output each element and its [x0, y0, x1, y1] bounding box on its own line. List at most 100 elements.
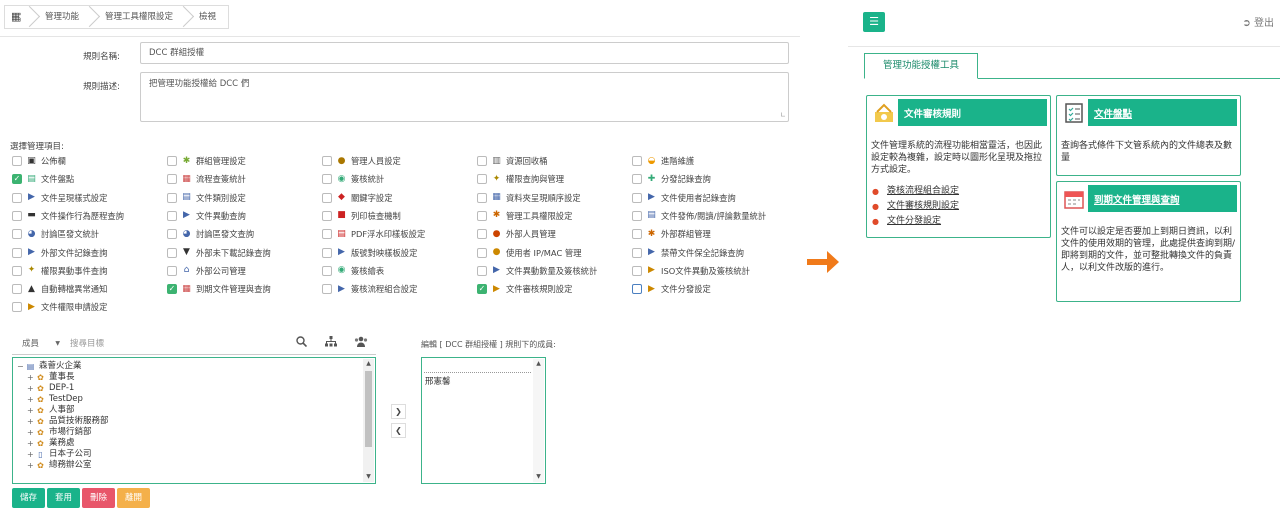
- search-icon[interactable]: [286, 334, 316, 354]
- checkbox[interactable]: [477, 265, 487, 276]
- tree-node[interactable]: + ✿ 業務處: [17, 438, 109, 449]
- permission-item[interactable]: ✱ 管理工具權限設定: [477, 209, 572, 223]
- permission-item[interactable]: ◆ 關鍵字設定: [322, 191, 393, 205]
- checkbox[interactable]: [632, 192, 642, 203]
- scroll-thumb[interactable]: [365, 371, 372, 447]
- card-header[interactable]: 文件審核規則: [870, 99, 1047, 126]
- checkbox[interactable]: [12, 156, 22, 166]
- checkbox[interactable]: [477, 174, 487, 185]
- checkbox[interactable]: [322, 229, 332, 240]
- expand-icon[interactable]: +: [27, 460, 35, 471]
- checkbox[interactable]: [477, 229, 487, 240]
- permission-item[interactable]: ▦ 資料夾呈現順序設定: [477, 191, 581, 205]
- collapse-icon[interactable]: −: [17, 361, 25, 372]
- permission-item[interactable]: ▼ 外部未下載記錄查詢: [167, 246, 271, 260]
- card-title[interactable]: 到期文件管理與查詢: [1094, 192, 1180, 206]
- checkbox-checked[interactable]: ✓: [477, 284, 487, 295]
- permission-item[interactable]: ● 管理人員設定: [322, 154, 401, 168]
- permission-item[interactable]: ▥ 資源回收桶: [477, 154, 548, 168]
- breadcrumb-item[interactable]: 管理工具權限設定: [91, 6, 185, 28]
- checkbox[interactable]: [12, 247, 22, 258]
- checkbox[interactable]: [632, 229, 642, 240]
- permission-item[interactable]: ● 外部人員管理: [477, 227, 556, 241]
- permission-item[interactable]: ■ 列印檢查機制: [322, 209, 401, 223]
- permission-item[interactable]: ● 使用者 IP/MAC 管理: [477, 246, 582, 260]
- delete-button[interactable]: 刪除: [82, 488, 116, 508]
- scroll-down-icon[interactable]: ▼: [363, 472, 374, 482]
- permission-item[interactable]: ✓ ▶ 文件審核規則設定: [477, 282, 572, 296]
- checkbox[interactable]: [632, 156, 642, 166]
- checkbox[interactable]: [477, 192, 487, 203]
- scrollbar[interactable]: ▲ ▼: [363, 359, 374, 482]
- menu-icon[interactable]: ☰: [863, 12, 885, 32]
- permission-item[interactable]: ◕ 討論區發文統計: [12, 227, 99, 241]
- card-header[interactable]: 到期文件管理與查詢: [1060, 185, 1237, 212]
- expand-icon[interactable]: +: [27, 427, 35, 438]
- expand-icon[interactable]: +: [27, 449, 35, 460]
- checkbox[interactable]: [12, 302, 22, 313]
- tree-node[interactable]: + ✿ 董事長: [17, 372, 109, 383]
- resize-handle-icon[interactable]: ∟: [780, 111, 786, 119]
- link-sign-flow[interactable]: ● 簽核流程組合設定: [872, 184, 959, 199]
- checkbox[interactable]: [322, 265, 332, 276]
- permission-item[interactable]: ▤ PDF浮水印樣板設定: [322, 227, 425, 241]
- checkbox[interactable]: [632, 210, 642, 221]
- link-review-rule[interactable]: ● 文件審核規則設定: [872, 199, 959, 214]
- save-button[interactable]: 儲存: [12, 488, 46, 508]
- permission-item[interactable]: ▶ 簽核流程組合設定: [322, 282, 417, 296]
- permission-item[interactable]: ◉ 簽核繪表: [322, 264, 384, 278]
- permission-item[interactable]: ▲ 自動轉檔異常通知: [12, 282, 107, 296]
- checkbox[interactable]: [322, 284, 332, 295]
- permission-item[interactable]: ▶ 文件異動查詢: [167, 209, 246, 223]
- checkbox-checked[interactable]: ✓: [12, 174, 22, 185]
- link-distribute[interactable]: ● 文件分發設定: [872, 214, 959, 229]
- permission-item[interactable]: ◒ 進階維護: [632, 154, 694, 168]
- scroll-up-icon[interactable]: ▲: [363, 359, 374, 369]
- add-member-button[interactable]: ❯: [391, 404, 406, 419]
- checkbox[interactable]: [167, 192, 177, 203]
- scrollbar[interactable]: ▲ ▼: [533, 359, 544, 482]
- permission-item[interactable]: ✱ 群組管理設定: [167, 154, 246, 168]
- checkbox[interactable]: [477, 247, 487, 258]
- checkbox[interactable]: [12, 229, 22, 240]
- card-header[interactable]: 文件盤點: [1060, 99, 1237, 126]
- permission-item[interactable]: ◉ 簽核統計: [322, 172, 384, 186]
- checkbox[interactable]: [167, 156, 177, 166]
- checkbox[interactable]: [632, 174, 642, 185]
- permission-item[interactable]: ▶ 文件權限申請設定: [12, 300, 107, 314]
- member-type-select[interactable]: 成員 ▼: [12, 334, 60, 354]
- checkbox[interactable]: [12, 210, 22, 221]
- permission-item[interactable]: ✚ 分發記錄查詢: [632, 172, 711, 186]
- checkbox[interactable]: [167, 210, 177, 221]
- sitemap-icon[interactable]: ▦: [5, 6, 31, 28]
- checkbox[interactable]: [322, 192, 332, 203]
- checkbox[interactable]: [12, 284, 22, 295]
- tree-node[interactable]: + ✿ DEP-1: [17, 383, 109, 394]
- remove-member-button[interactable]: ❮: [391, 423, 406, 438]
- scroll-up-icon[interactable]: ▲: [533, 359, 544, 369]
- checkbox[interactable]: [322, 210, 332, 221]
- permission-item[interactable]: ◕ 討論區發文查詢: [167, 227, 254, 241]
- permission-item[interactable]: ▤ 文件類別設定: [167, 191, 246, 205]
- permission-item[interactable]: ▬ 文件操作行為歷程查詢: [12, 209, 124, 223]
- checkbox[interactable]: [167, 265, 177, 276]
- permission-item[interactable]: ✱ 外部群組管理: [632, 227, 711, 241]
- checkbox[interactable]: [12, 265, 22, 276]
- permission-item[interactable]: ▶ ISO文件異動及簽核統計: [632, 264, 750, 278]
- permission-item[interactable]: ✦ 權限查詢與管理: [477, 172, 564, 186]
- checkbox[interactable]: [477, 210, 487, 221]
- search-input[interactable]: 搜尋目標: [60, 334, 286, 354]
- checkbox-checked[interactable]: ✓: [167, 284, 177, 295]
- permission-item[interactable]: ▦ 流程查簽統計: [167, 172, 246, 186]
- expand-icon[interactable]: +: [27, 405, 35, 416]
- permission-item[interactable]: ✓ ▤ 文件盤點: [12, 172, 74, 186]
- checkbox[interactable]: [12, 192, 22, 203]
- leave-button[interactable]: 離開: [117, 488, 151, 508]
- checkbox[interactable]: [477, 156, 487, 166]
- permission-item[interactable]: ▣ 公佈欄: [12, 154, 66, 168]
- tree-node[interactable]: + ▯ 日本子公司: [17, 449, 109, 460]
- expand-icon[interactable]: +: [27, 394, 35, 405]
- permission-item[interactable]: ▶ 文件使用者記錄查詢: [632, 191, 736, 205]
- permission-item[interactable]: ▶ 禁帶文件保全記錄查詢: [632, 246, 744, 260]
- tree-node[interactable]: + ✿ 總務辦公室: [17, 460, 109, 471]
